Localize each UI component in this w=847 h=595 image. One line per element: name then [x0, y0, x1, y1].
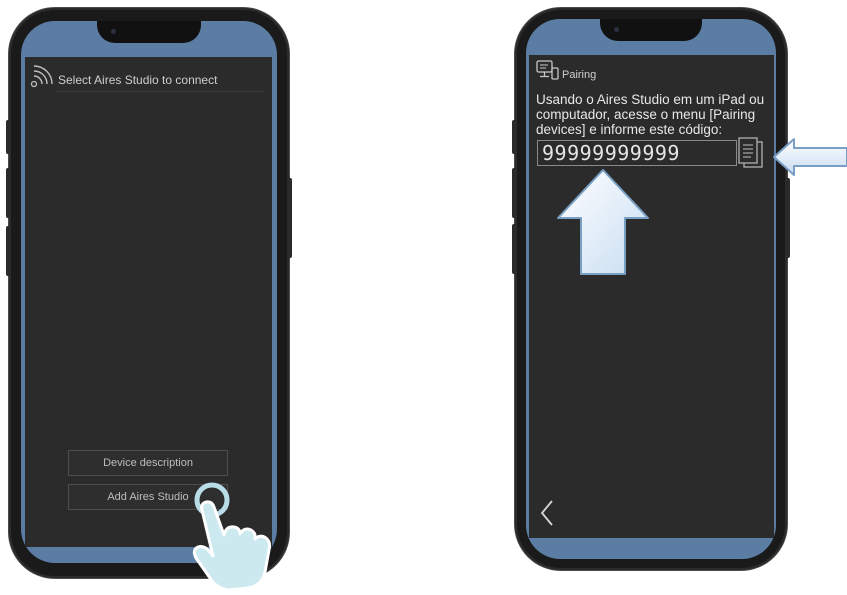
left-phone-side-button — [6, 120, 10, 154]
right-phone-side-button — [512, 120, 516, 154]
right-phone-display: Pairing Usando o Aires Studio em um iPad… — [526, 19, 776, 559]
tap-hand-icon — [180, 480, 275, 592]
right-phone: Pairing Usando o Aires Studio em um iPad… — [512, 8, 790, 570]
right-app-screen: Pairing Usando o Aires Studio em um iPad… — [529, 55, 774, 538]
wireless-signal-icon — [30, 62, 56, 88]
left-app-screen: Select Aires Studio to connect Device de… — [25, 57, 272, 547]
header-title: Select Aires Studio to connect — [58, 73, 218, 87]
left-phone-volume-up — [6, 168, 10, 218]
left-phone-volume-down — [6, 226, 10, 276]
chevron-left-icon[interactable] — [539, 499, 555, 527]
header-title: Pairing — [562, 69, 597, 81]
copy-document-icon[interactable] — [737, 136, 765, 170]
right-phone-volume-down — [512, 224, 516, 274]
pairing-code-field[interactable]: 99999999999 — [537, 140, 737, 166]
pairing-instructions: Usando o Aires Studio em um iPad ou comp… — [536, 92, 765, 137]
arrow-up-icon — [555, 168, 651, 276]
device-description-button[interactable]: Device description — [68, 450, 228, 476]
right-phone-power-button — [786, 178, 790, 258]
right-phone-volume-up — [512, 168, 516, 218]
right-phone-camera — [614, 27, 619, 32]
left-phone-camera — [111, 29, 116, 34]
right-phone-notch — [600, 19, 702, 41]
left-phone-power-button — [288, 178, 292, 258]
pairing-devices-icon — [536, 60, 560, 82]
header-divider — [55, 91, 265, 92]
left-phone-notch — [97, 21, 201, 43]
arrow-left-icon — [772, 137, 847, 177]
